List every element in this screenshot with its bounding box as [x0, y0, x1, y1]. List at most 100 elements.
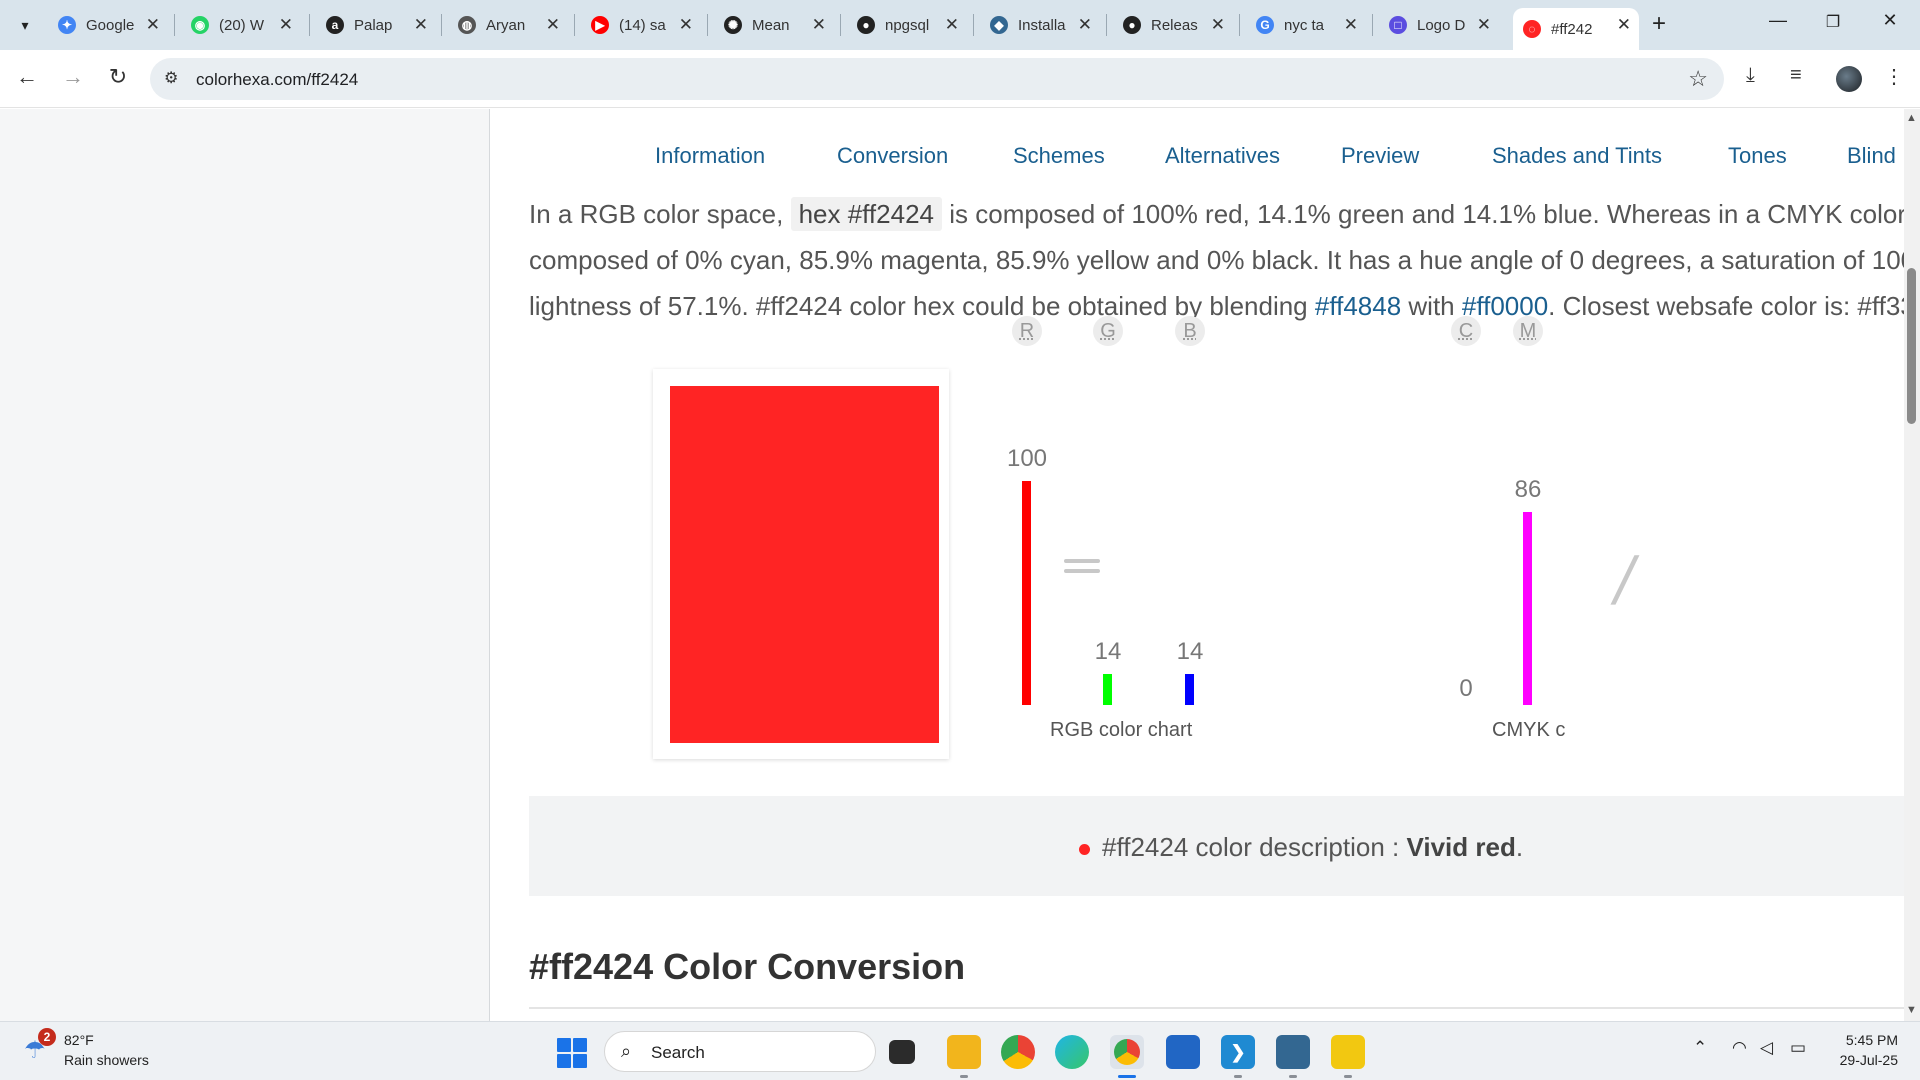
nav-item-conversion[interactable]: Conversion — [837, 143, 948, 169]
tab-close-icon[interactable]: ✕ — [679, 15, 693, 35]
back-arrow-icon[interactable]: ← — [12, 64, 42, 90]
hex-code-chip: hex #ff2424 — [790, 197, 942, 231]
vscode-icon[interactable]: ❯ — [1221, 1035, 1255, 1069]
clock-date[interactable]: 29-Jul-25 — [1818, 1052, 1898, 1068]
chart-caption-1: CMYK c — [1492, 719, 1566, 741]
tab-close-icon[interactable]: ✕ — [1477, 15, 1491, 35]
nav-item-shades-and-tints[interactable]: Shades and Tints — [1492, 143, 1662, 169]
nav-item-information[interactable]: Information — [655, 143, 765, 169]
tab-close-icon[interactable]: ✕ — [1078, 15, 1092, 35]
tab-3[interactable]: ◍ Aryan ✕ — [448, 8, 568, 42]
tab-7[interactable]: ◆ Installa ✕ — [980, 8, 1100, 42]
page-scrollbar[interactable] — [1904, 109, 1920, 1021]
weather-description[interactable]: Rain showers — [64, 1052, 149, 1068]
postgres-indicator — [1289, 1075, 1297, 1078]
store-icon[interactable] — [1166, 1035, 1200, 1069]
file-explorer-icon[interactable] — [947, 1035, 981, 1069]
gemini-icon: ✦ — [58, 16, 76, 34]
chrome-active-icon[interactable] — [1110, 1035, 1144, 1069]
section-divider — [529, 1007, 1904, 1009]
tab-close-icon[interactable]: ✕ — [1344, 15, 1358, 35]
tab-0[interactable]: ✦ Google ✕ — [48, 8, 168, 42]
download-icon[interactable]: ⤓ — [1746, 64, 1755, 87]
nav-item-schemes[interactable]: Schemes — [1013, 143, 1105, 169]
tab-search-dropdown-icon[interactable]: ▾ — [10, 10, 40, 40]
tab-6[interactable]: ● npgsql ✕ — [847, 8, 967, 42]
profile-avatar[interactable] — [1836, 66, 1862, 92]
blend-link-ff0000[interactable]: #ff0000 — [1462, 291, 1548, 321]
equals-sign-icon — [1064, 559, 1100, 579]
close-window-icon[interactable]: ✕ — [1870, 10, 1910, 31]
windows-start-icon[interactable] — [557, 1038, 587, 1068]
nav-item-preview[interactable]: Preview — [1341, 143, 1419, 169]
tab-2[interactable]: a Palap ✕ — [316, 8, 436, 42]
channel-badge-c[interactable]: C — [1451, 316, 1481, 346]
tab-close-icon[interactable]: ✕ — [812, 15, 826, 35]
site-info-icon[interactable]: ⚙ — [164, 68, 178, 88]
tab-close-icon[interactable]: ✕ — [945, 15, 959, 35]
tab-close-icon[interactable]: ✕ — [146, 15, 160, 35]
bar-r — [1022, 481, 1031, 705]
tab-label: Logo D — [1417, 16, 1465, 34]
info-paragraph: In a RGB color space, hex #ff2424 is com… — [529, 191, 1904, 329]
nav-item-blind[interactable]: Blind — [1847, 143, 1896, 169]
tab-close-icon[interactable]: ✕ — [414, 15, 428, 35]
powerbi-icon[interactable] — [1331, 1035, 1365, 1069]
tab-label: Google — [86, 16, 134, 34]
blend-link-ff4848[interactable]: #ff4848 — [1315, 291, 1401, 321]
scroll-down-icon[interactable]: ▼ — [1906, 1004, 1917, 1016]
tab-close-icon[interactable]: ✕ — [546, 15, 560, 35]
channel-badge-g[interactable]: G — [1093, 316, 1123, 346]
minimize-icon[interactable]: — — [1758, 10, 1798, 31]
github-icon: ● — [1123, 16, 1141, 34]
globe-icon: ◍ — [458, 16, 476, 34]
amazon-icon: a — [326, 16, 344, 34]
channel-badge-r[interactable]: R — [1012, 316, 1042, 346]
restore-icon[interactable]: ❐ — [1813, 12, 1853, 32]
tab-10[interactable]: □ Logo D ✕ — [1379, 8, 1499, 42]
tab-close-icon[interactable]: ✕ — [1211, 15, 1225, 35]
bar-value-g: 14 — [1094, 637, 1122, 665]
tab-label: Installa — [1018, 16, 1066, 34]
forward-arrow-icon[interactable]: → — [58, 64, 88, 90]
nav-item-alternatives[interactable]: Alternatives — [1165, 143, 1280, 169]
wifi-icon[interactable]: ◠ — [1732, 1038, 1747, 1058]
tray-chevron-icon[interactable]: ⌃ — [1693, 1038, 1707, 1058]
reload-icon[interactable]: ↻ — [103, 64, 133, 90]
tab-1[interactable]: ◉ (20) W ✕ — [181, 8, 301, 42]
clock-time[interactable]: 5:45 PM — [1818, 1032, 1898, 1048]
description-name: Vivid red — [1406, 832, 1516, 862]
description-suffix: . — [1515, 832, 1524, 862]
scroll-up-icon[interactable]: ▲ — [1906, 112, 1917, 124]
weather-temperature[interactable]: 82°F — [64, 1032, 94, 1048]
postgres-icon[interactable] — [1276, 1035, 1310, 1069]
channel-badge-b[interactable]: B — [1175, 316, 1205, 346]
bookmark-star-icon[interactable]: ☆ — [1688, 66, 1708, 92]
tab-8[interactable]: ● Releas ✕ — [1113, 8, 1233, 42]
tab-separator — [441, 14, 442, 36]
scrollbar-thumb[interactable] — [1907, 268, 1916, 424]
tab-11[interactable]: ◌ #ff242 ✕ — [1513, 8, 1639, 50]
left-blank-panel — [0, 109, 490, 1021]
chrome-icon[interactable] — [1001, 1035, 1035, 1069]
channel-badge-m[interactable]: M — [1513, 316, 1543, 346]
browser-toolbar: ← → ↻ ⚙ colorhexa.com/ff2424 ☆ ⤓ ≡ ⋮ — [0, 50, 1920, 108]
tab-label: nyc ta — [1284, 16, 1325, 34]
nav-item-tones[interactable]: Tones — [1728, 143, 1787, 169]
menu-kebab-icon[interactable]: ⋮ — [1884, 64, 1904, 89]
edge-icon[interactable] — [1055, 1035, 1089, 1069]
battery-icon[interactable]: ▭ — [1790, 1038, 1806, 1058]
media-control-icon[interactable]: ≡ — [1790, 64, 1802, 87]
bar-b — [1185, 673, 1194, 705]
address-url[interactable]: colorhexa.com/ff2424 — [196, 70, 358, 90]
volume-icon[interactable]: ◁ — [1760, 1038, 1773, 1058]
tab-5[interactable]: ✺ Mean ✕ — [714, 8, 834, 42]
address-bar[interactable]: ⚙ colorhexa.com/ff2424 ☆ — [150, 58, 1724, 100]
tab-close-icon[interactable]: ✕ — [1617, 15, 1631, 35]
taskbar-search[interactable]: ⌕ Search — [604, 1031, 876, 1072]
task-view-icon[interactable] — [889, 1040, 915, 1064]
tab-close-icon[interactable]: ✕ — [279, 15, 293, 35]
tab-4[interactable]: ▶ (14) sa ✕ — [581, 8, 701, 42]
new-tab-button[interactable]: + — [1652, 10, 1666, 38]
tab-9[interactable]: Gnyc ta ✕ — [1246, 8, 1366, 42]
